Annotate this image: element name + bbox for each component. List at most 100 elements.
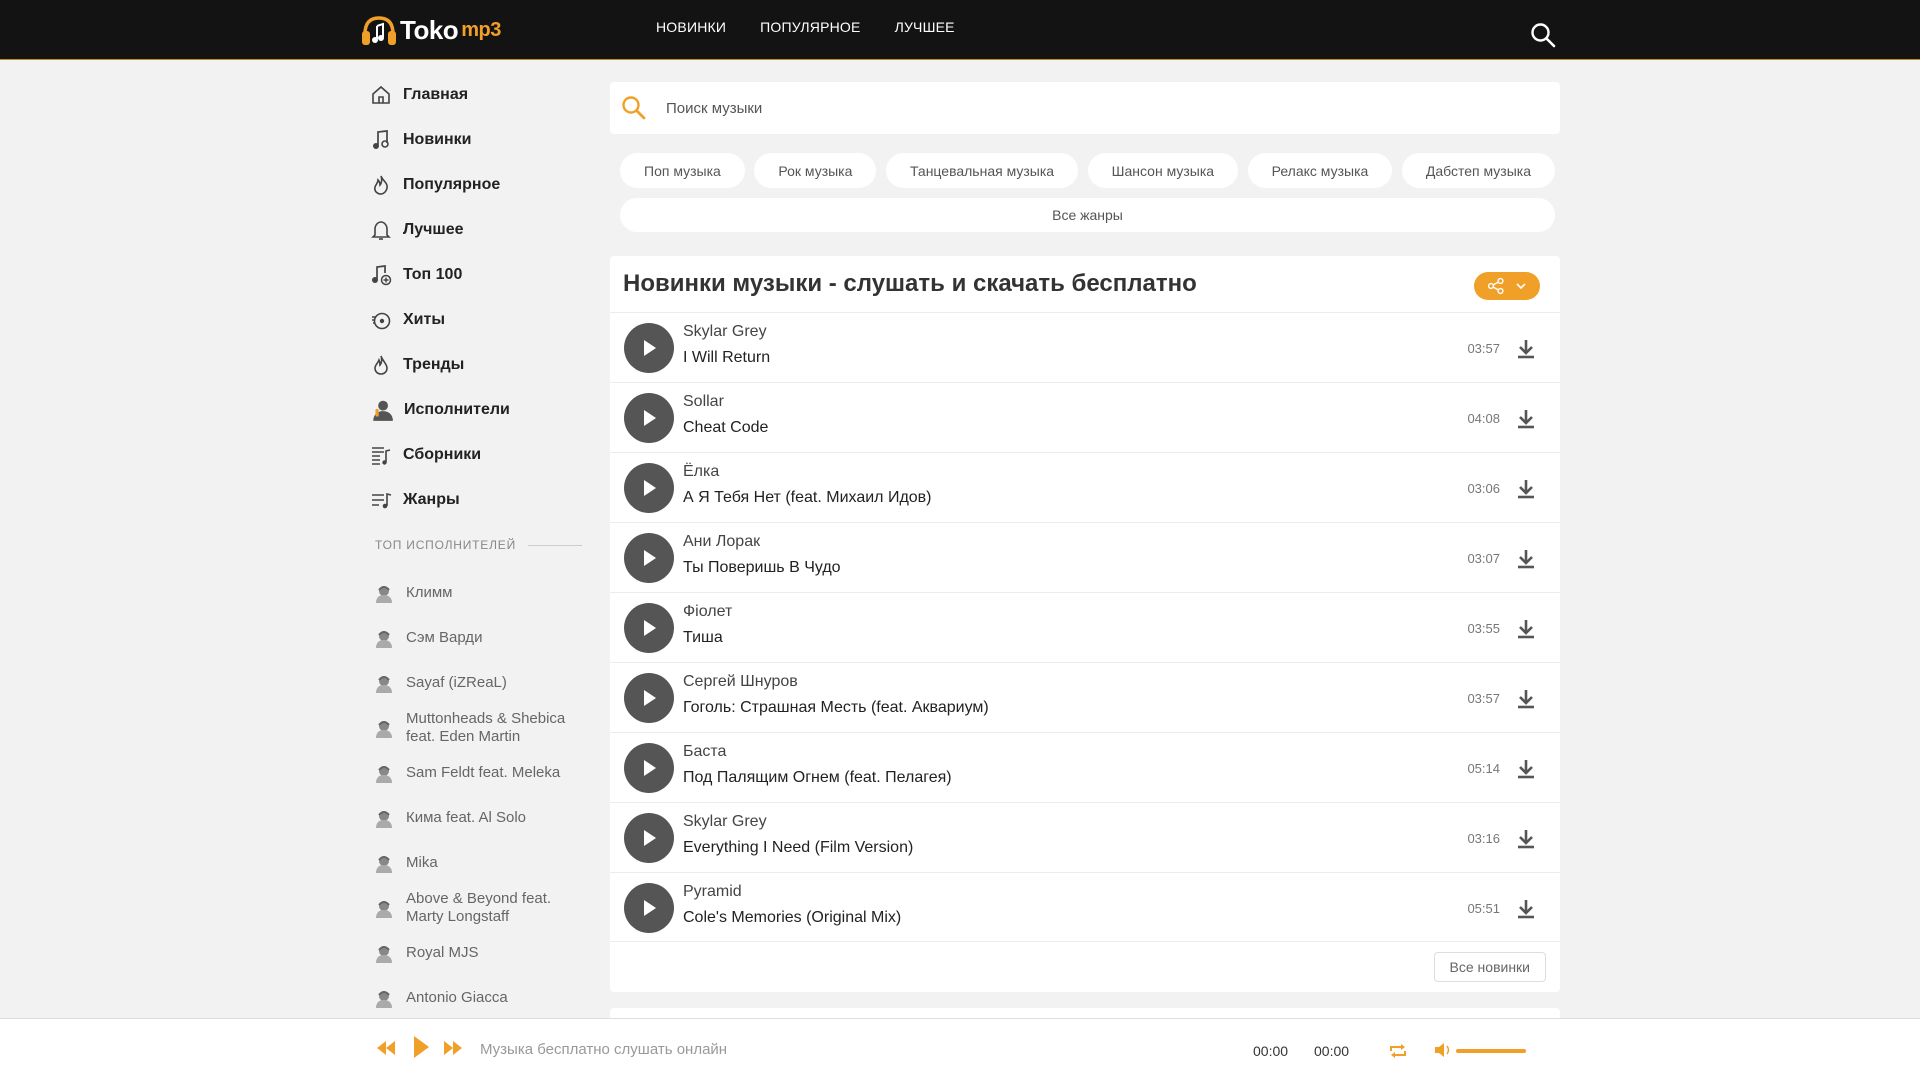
home-icon [372,85,390,104]
track-title[interactable]: А Я Тебя Нет (feat. Михаил Идов) [683,489,932,507]
track-title[interactable]: I Will Return [683,349,770,367]
search-input[interactable] [666,99,1466,117]
all-genres-button[interactable]: Все жанры [620,198,1555,232]
track-play-button[interactable] [624,743,674,793]
sidebar-item-hits[interactable]: Хиты [370,297,592,342]
bell-icon [371,220,391,240]
top-artist-name: Muttonheads & Shebica feat. Eden Martin [406,709,566,745]
track-duration: 03:57 [1467,691,1500,706]
play-icon[interactable] [411,1034,431,1060]
track-artist[interactable]: Sollar [683,393,724,411]
sidebar-item-trends[interactable]: Тренды [370,342,592,387]
track-play-button[interactable] [624,813,674,863]
drop-flame-icon [374,355,388,375]
sidebar-item-popular[interactable]: Популярное [370,162,592,207]
artist-avatar-icon [376,900,392,918]
track-title[interactable]: Тиша [683,629,723,647]
genre-chip-dubstep[interactable]: Дабстеп музыка [1401,153,1555,188]
player-title: Музыка бесплатно слушать онлайн [480,1041,728,1058]
track-artist[interactable]: Баста [683,743,726,761]
top-artist-item[interactable]: Royal MJS [370,930,592,975]
artist-avatar-icon [376,675,392,693]
track-play-button[interactable] [624,323,674,373]
track-play-button[interactable] [624,463,674,513]
nav-popular[interactable]: ПОПУЛЯРНОЕ [760,19,860,35]
track-artist[interactable]: Ани Лорак [683,533,760,551]
search-icon[interactable] [1530,22,1556,48]
sidebar-item-collections[interactable]: Сборники [370,432,592,477]
search-icon[interactable] [620,94,648,122]
site-logo[interactable]: Toko mp3 [360,12,501,48]
track-play-button[interactable] [624,603,674,653]
top-artist-item[interactable]: Климм [370,570,592,615]
nav-best[interactable]: ЛУЧШЕЕ [895,19,955,35]
all-new-button[interactable]: Все новинки [1433,952,1546,982]
total-time: 00:00 [1314,1043,1350,1059]
track-artist[interactable]: Фіолет [683,603,732,621]
genre-chip-dance[interactable]: Танцевальная музыка [885,153,1079,188]
track-artist[interactable]: Сергей Шнуров [683,673,798,691]
track-row: Фіолет Тиша 03:55 [610,592,1560,662]
sidebar-item-new[interactable]: Новинки [370,117,592,162]
track-title[interactable]: Ты Поверишь В Чудо [683,559,841,577]
track-duration: 03:57 [1467,341,1500,356]
artist-avatar-icon [376,630,392,648]
track-title[interactable]: Cole's Memories (Original Mix) [683,909,901,927]
track-play-button[interactable] [624,393,674,443]
track-title[interactable]: Everything I Need (Film Version) [683,839,913,857]
genre-chip-pop[interactable]: Поп музыка [620,153,745,188]
share-button[interactable] [1474,272,1540,300]
download-icon[interactable] [1514,337,1538,361]
download-icon[interactable] [1514,687,1538,711]
music-plus-icon [372,264,392,285]
track-artist[interactable]: Ёлка [683,463,719,481]
repeat-icon[interactable] [1388,1042,1408,1060]
genre-chip-chanson[interactable]: Шансон музыка [1087,153,1239,188]
vinyl-icon [372,312,391,329]
rewind-icon[interactable] [375,1039,397,1057]
download-icon[interactable] [1514,897,1538,921]
play-icon [644,620,656,636]
sidebar-item-artists[interactable]: Исполнители [370,387,592,432]
download-icon[interactable] [1514,617,1538,641]
page-title: Новинки музыки - слушать и скачать беспл… [623,270,1197,297]
genre-chip-rock[interactable]: Рок музыка [754,153,877,188]
top-artists-heading-label: ТОП ИСПОЛНИТЕЛЕЙ [375,538,517,552]
track-duration: 05:14 [1467,761,1500,776]
sidebar-item-genres[interactable]: Жанры [370,477,592,522]
track-play-button[interactable] [624,883,674,933]
track-play-button[interactable] [624,673,674,723]
top-artist-item[interactable]: Сэм Варди [370,615,592,660]
volume-slider[interactable] [1456,1049,1526,1053]
top-artist-item[interactable]: Кима feat. Al Solo [370,795,592,840]
top-artist-item[interactable]: Sayaf (iZReaL) [370,660,592,705]
top-artist-item[interactable]: Sam Feldt feat. Meleka [370,750,592,795]
sidebar-item-top100[interactable]: Топ 100 [370,252,592,297]
download-icon[interactable] [1514,477,1538,501]
sidebar-item-home[interactable]: Главная [370,72,592,117]
track-title[interactable]: Гоголь: Страшная Месть (feat. Аквариум) [683,699,989,717]
genre-chip-relax[interactable]: Релакс музыка [1247,153,1393,188]
track-play-button[interactable] [624,533,674,583]
download-icon[interactable] [1514,757,1538,781]
track-title[interactable]: Под Палящим Огнем (feat. Пелагея) [683,769,952,787]
nav-new[interactable]: НОВИНКИ [656,19,726,35]
track-title[interactable]: Cheat Code [683,419,768,437]
track-artist[interactable]: Skylar Grey [683,813,767,831]
top-artists-heading: ТОП ИСПОЛНИТЕЛЕЙ [375,530,592,560]
track-artist[interactable]: Skylar Grey [683,323,767,341]
download-icon[interactable] [1514,547,1538,571]
top-artist-item[interactable]: Above & Beyond feat. Marty Longstaff [370,885,592,930]
fast-forward-icon[interactable] [442,1039,464,1057]
play-icon [644,830,656,846]
artist-avatar-icon [376,855,392,873]
top-artist-name: Кима feat. Al Solo [406,808,526,826]
volume-icon[interactable] [1434,1042,1452,1058]
track-artist[interactable]: Pyramid [683,883,742,901]
top-artist-item[interactable]: Antonio Giacca [370,975,592,1020]
sidebar-item-best[interactable]: Лучшее [370,207,592,252]
download-icon[interactable] [1514,827,1538,851]
top-artist-item[interactable]: Mika [370,840,592,885]
download-icon[interactable] [1514,407,1538,431]
top-artist-item[interactable]: Muttonheads & Shebica feat. Eden Martin [370,705,592,750]
